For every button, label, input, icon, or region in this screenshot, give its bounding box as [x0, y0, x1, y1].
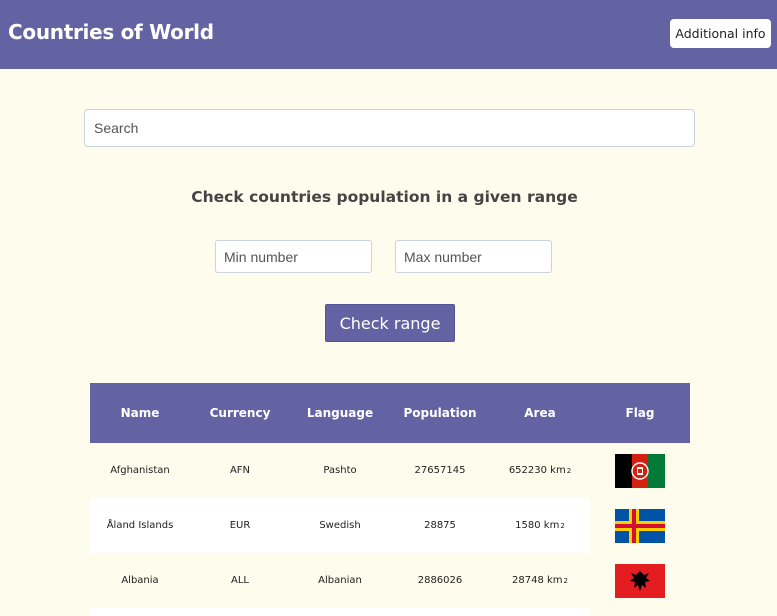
app-title: Countries of World: [8, 20, 214, 44]
afghanistan-flag-icon: [615, 453, 665, 488]
column-header-name[interactable]: Name: [90, 383, 190, 443]
top-navbar: Countries of World Additional info: [0, 0, 777, 69]
area-unit-exponent: 2: [563, 576, 568, 585]
country-area: 28748 km 2: [490, 553, 590, 608]
area-value: 652230 km: [508, 465, 566, 476]
area-value: 1580 km: [515, 520, 560, 531]
country-currency: AFN: [229, 465, 251, 476]
table-row: Albania ALL Albanian 2886026 28748 km 2: [90, 553, 690, 608]
table-row-partial: [90, 608, 690, 616]
search-input[interactable]: [84, 109, 695, 147]
min-number-input[interactable]: [215, 240, 372, 273]
table-row: Åland Islands EUR Swedish 28875 1580 km 2: [90, 498, 690, 553]
country-population: 2886026: [417, 575, 463, 586]
column-header-language[interactable]: Language: [290, 383, 390, 443]
population-range-heading: Check countries population in a given ra…: [191, 188, 578, 206]
country-population: 28875: [424, 520, 456, 531]
area-unit-exponent: 2: [560, 521, 565, 530]
additional-info-button[interactable]: Additional info: [670, 19, 771, 48]
table-row: Afghanistan AFN Pashto 27657145 652230 k…: [90, 443, 690, 498]
column-header-area[interactable]: Area: [490, 383, 590, 443]
country-language: Swedish: [319, 520, 361, 531]
country-area: 1580 km 2: [490, 498, 590, 553]
country-name: Albania: [121, 575, 159, 586]
column-header-currency[interactable]: Currency: [190, 383, 290, 443]
albania-flag-icon: [615, 563, 665, 598]
country-name: Afghanistan: [110, 465, 170, 476]
column-header-population[interactable]: Population: [390, 383, 490, 443]
country-currency: ALL: [231, 575, 249, 586]
country-flag-cell: [590, 443, 690, 498]
column-header-flag: Flag: [625, 406, 655, 420]
country-language: Pashto: [323, 465, 357, 476]
aland-islands-flag-icon: [615, 508, 665, 543]
country-language: Albanian: [318, 575, 362, 586]
country-flag-cell: [590, 498, 690, 553]
max-number-input[interactable]: [395, 240, 552, 273]
country-name: Åland Islands: [106, 520, 174, 531]
area-unit-exponent: 2: [566, 466, 572, 475]
country-population: 27657145: [414, 465, 466, 476]
area-value: 28748 km: [512, 575, 563, 586]
table-header: Name Currency Language Population Area F…: [90, 383, 690, 443]
country-area: 652230 km 2: [490, 443, 590, 498]
country-flag-cell: [590, 553, 690, 608]
countries-table: Name Currency Language Population Area F…: [90, 383, 690, 616]
check-range-button[interactable]: Check range: [325, 304, 455, 342]
country-currency: EUR: [229, 520, 251, 531]
